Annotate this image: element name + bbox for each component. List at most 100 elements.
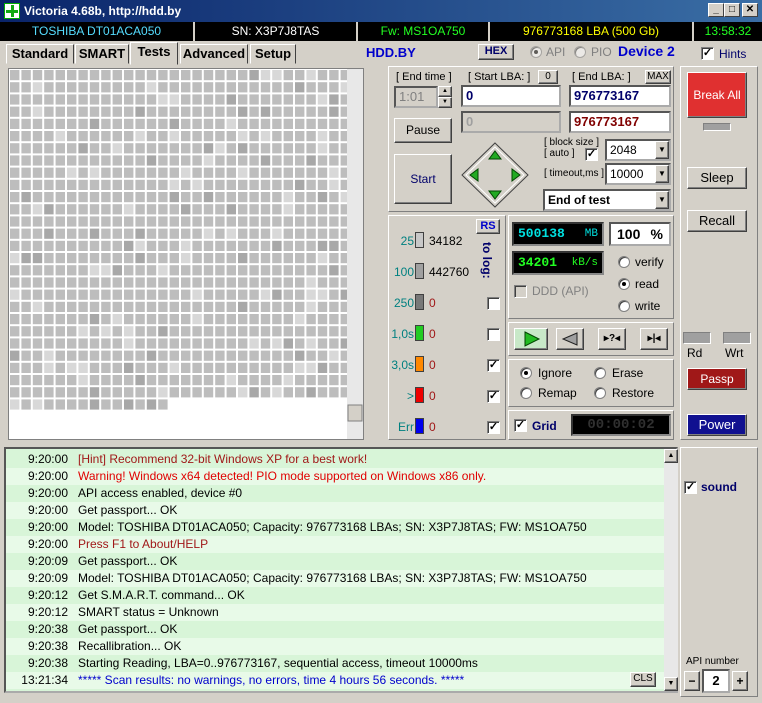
speed-readout: 34201 kB/s (512, 251, 604, 275)
sector-block (181, 118, 191, 129)
api-number-plus[interactable]: + (732, 671, 748, 691)
ddd-api-checkbox[interactable] (514, 285, 527, 298)
end-time-label: [ End time ] (396, 71, 452, 83)
rewind-button[interactable] (556, 328, 584, 350)
stat-log-checkbox[interactable]: ✓ (487, 421, 500, 434)
log-message: ***** Scan results: no warnings, no erro… (78, 673, 465, 687)
clear-log-button[interactable]: CLS (630, 672, 656, 687)
sector-block (146, 338, 157, 349)
end-lba-field[interactable]: 976773167 (569, 85, 671, 107)
sector-block (249, 179, 259, 190)
device-label[interactable]: Device 2 (618, 43, 675, 59)
end-action-select[interactable]: End of test ▼ (543, 189, 671, 211)
sector-block (146, 350, 157, 361)
sector-block (89, 375, 100, 386)
sector-block (317, 204, 328, 215)
passp-button[interactable]: Passp (687, 368, 747, 390)
sector-block (169, 216, 179, 227)
api-number-field[interactable]: 2 (702, 669, 730, 693)
recall-button[interactable]: Recall (687, 210, 747, 232)
api-radio[interactable] (530, 46, 542, 58)
sector-block (21, 167, 31, 178)
close-button[interactable]: ✕ (742, 3, 758, 17)
sector-block (238, 375, 248, 386)
end-time-field[interactable]: 1:01 (394, 86, 438, 108)
sector-block (306, 155, 316, 166)
sector-block (10, 338, 20, 349)
sector-block (203, 167, 214, 178)
minimize-button[interactable]: _ (708, 3, 724, 17)
log-scrollbar[interactable]: ▲ ▼ (664, 449, 678, 691)
sector-block (192, 277, 202, 288)
remap-radio[interactable] (520, 387, 532, 399)
stat-log-checkbox[interactable]: ✓ (487, 359, 500, 372)
block-size-auto-checkbox[interactable]: ✓ (585, 148, 598, 161)
timeout-select[interactable]: 10000 ▼ (605, 163, 671, 185)
api-number-minus[interactable]: − (684, 671, 700, 691)
end-time-down[interactable]: ▼ (438, 97, 452, 108)
sector-block (249, 70, 259, 81)
sector-block (21, 204, 31, 215)
end-time-up[interactable]: ▲ (438, 86, 452, 97)
maximize-button[interactable]: □ (724, 3, 740, 17)
sector-block (32, 350, 43, 361)
sector-block (10, 155, 20, 166)
play-button[interactable] (514, 328, 548, 350)
sector-block (260, 118, 271, 129)
sector-block (101, 350, 111, 361)
sector-block (295, 228, 305, 239)
sleep-button[interactable]: Sleep (687, 167, 747, 189)
sector-block (78, 179, 88, 190)
tab-smart[interactable]: SMART (75, 44, 129, 64)
tab-setup[interactable]: Setup (250, 44, 296, 64)
hints-checkbox[interactable]: ✓ (701, 47, 714, 60)
sector-block (32, 82, 43, 93)
sector-block (260, 350, 271, 361)
sector-block (44, 82, 54, 93)
grid-checkbox[interactable]: ✓ (514, 419, 527, 432)
sector-block (272, 387, 282, 398)
butterfly-button[interactable]: ▸|◂ (640, 328, 668, 350)
start-lba-zero-button[interactable]: 0 (538, 70, 558, 84)
sector-block (306, 350, 316, 361)
sector-block (10, 314, 20, 325)
start-button[interactable]: Start (394, 154, 452, 204)
pause-button[interactable]: Pause (394, 118, 452, 143)
stat-log-checkbox[interactable] (487, 328, 500, 341)
restore-radio[interactable] (594, 387, 606, 399)
sector-block (238, 265, 248, 276)
tab-advanced[interactable]: Advanced (180, 44, 248, 64)
sector-block (215, 94, 225, 105)
hex-button[interactable]: HEX (478, 44, 514, 60)
sector-block (215, 143, 225, 154)
stat-log-checkbox[interactable]: ✓ (487, 390, 500, 403)
sector-block (158, 338, 168, 349)
break-all-button[interactable]: Break All (687, 72, 747, 118)
sector-block (32, 301, 43, 312)
log-message: Get passport... OK (78, 622, 178, 636)
stat-log-checkbox[interactable] (487, 297, 500, 310)
power-button[interactable]: Power (687, 414, 747, 436)
block-size-select[interactable]: 2048 ▼ (605, 139, 671, 161)
pio-radio[interactable] (574, 46, 586, 58)
sector-block (169, 314, 179, 325)
seek-direction-pad[interactable] (460, 141, 530, 209)
random-seek-button[interactable]: ▸?◂ (598, 328, 626, 350)
end-lba-max-button[interactable]: MAX (645, 70, 671, 84)
tab-tests[interactable]: Tests (130, 42, 178, 65)
rs-button[interactable]: RS (476, 219, 500, 234)
tab-standard[interactable]: Standard (6, 44, 74, 64)
sector-map (8, 68, 364, 440)
sector-block (215, 362, 225, 373)
sector-block (78, 314, 88, 325)
sector-block (169, 228, 179, 239)
sound-checkbox[interactable]: ✓ (684, 481, 697, 494)
stat-label: 1,0s (391, 327, 414, 341)
verify-radio[interactable] (618, 256, 630, 268)
ignore-radio[interactable] (520, 367, 532, 379)
erase-radio[interactable] (594, 367, 606, 379)
write-radio[interactable] (618, 300, 630, 312)
read-radio[interactable] (618, 278, 630, 290)
sector-block (44, 228, 54, 239)
start-lba-field[interactable]: 0 (461, 85, 561, 107)
